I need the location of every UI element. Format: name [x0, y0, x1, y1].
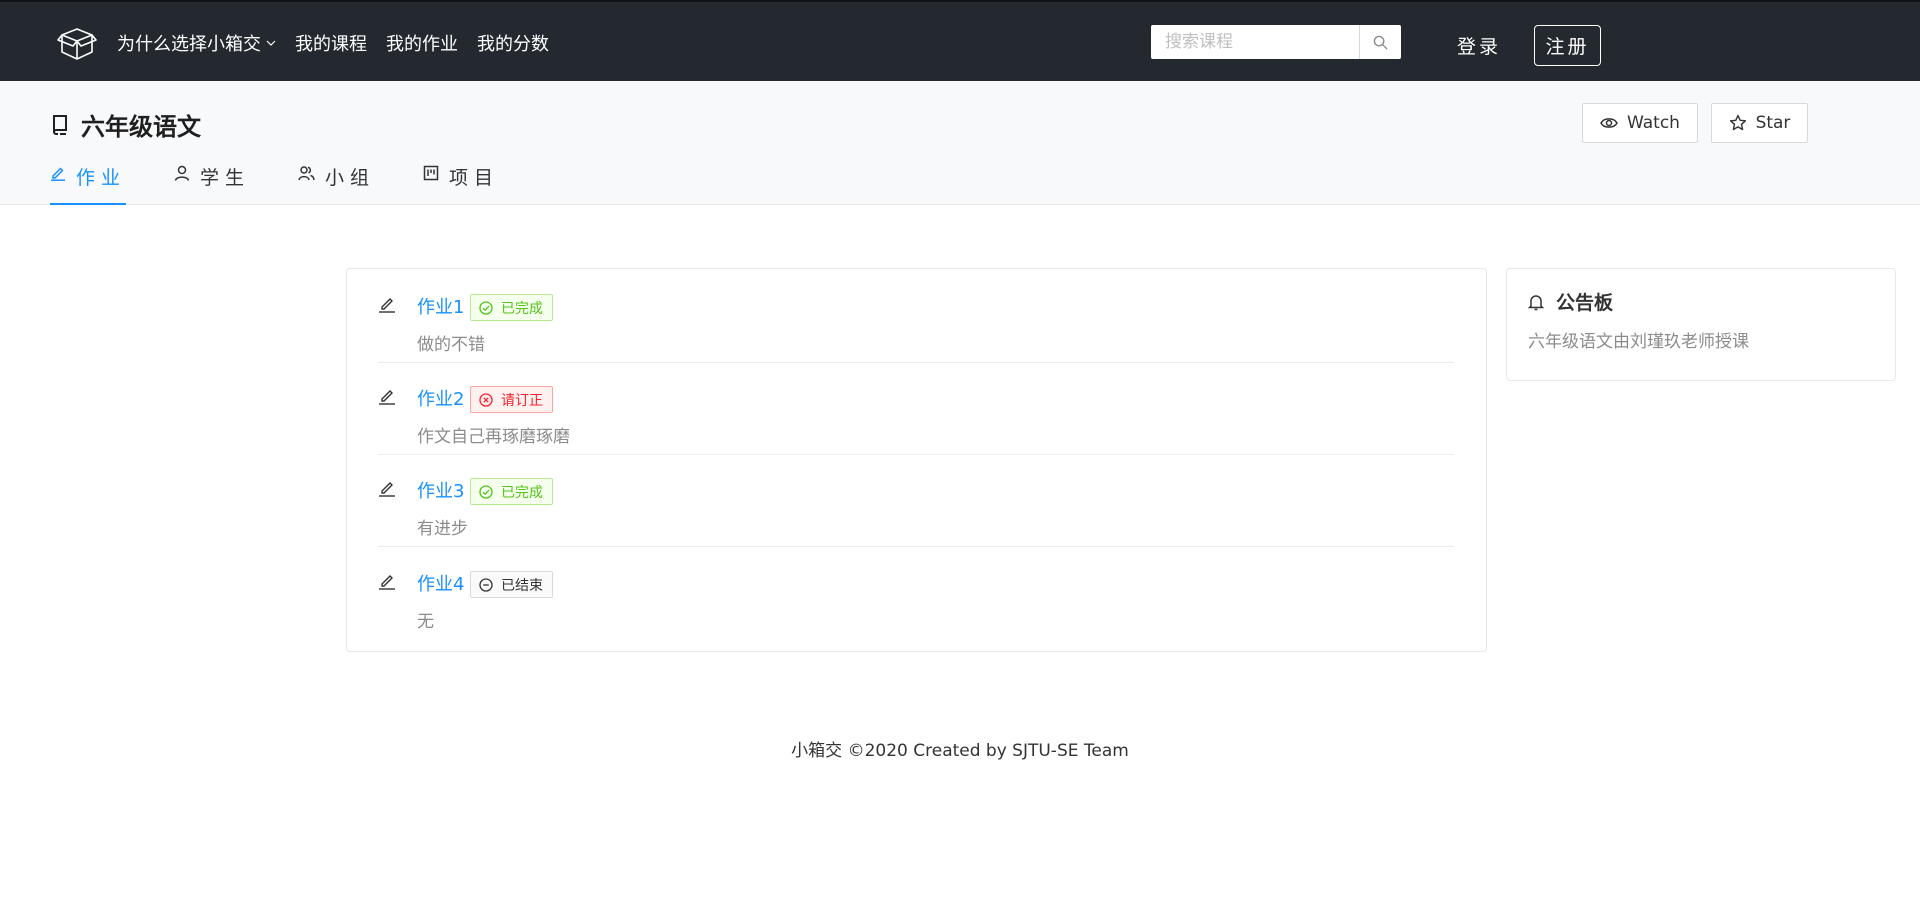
eye-icon [1600, 118, 1618, 128]
nav-item-label: 我的作业 [386, 34, 458, 55]
bulletin-header: 公告板 [1528, 288, 1613, 315]
main-menu: 为什么选择小箱交 我的课程 我的作业 我的分数 [117, 30, 568, 56]
course-tabs: 作业 学生 小组 项目 [50, 159, 547, 205]
tab-label: 学生 [200, 167, 251, 189]
watch-label: Watch [1627, 113, 1680, 133]
check-circle-icon [479, 484, 493, 499]
tab-groups[interactable]: 小组 [298, 159, 375, 205]
status-text: 请订正 [501, 392, 543, 409]
edit-icon [379, 298, 395, 313]
homework-list: 作业1 已完成 做的不错 作业2 请订正 作文自己再琢磨琢磨 作业3 已完成 有… [346, 268, 1487, 652]
login-button[interactable]: 登录 [1457, 32, 1501, 59]
tab-projects[interactable]: 项目 [423, 159, 499, 205]
homework-title-link[interactable]: 作业4 [417, 570, 464, 596]
course-header: 六年级语文 Watch Star 作业 学生 小组 项目 [0, 81, 1920, 205]
search-icon [1373, 35, 1388, 50]
star-button[interactable]: Star [1711, 103, 1808, 143]
homework-title-link[interactable]: 作业2 [417, 385, 464, 411]
minus-circle-icon [479, 577, 493, 592]
list-item: 作业1 已完成 做的不错 [378, 271, 1454, 363]
tab-label: 作业 [76, 167, 127, 189]
nav-item-my-scores[interactable]: 我的分数 [477, 30, 549, 56]
homework-comment: 作文自己再琢磨琢磨 [417, 427, 570, 447]
nav-item-my-courses[interactable]: 我的课程 [295, 30, 367, 56]
homework-comment: 无 [417, 612, 434, 632]
homework-comment: 做的不错 [417, 335, 485, 355]
edit-icon [379, 482, 395, 497]
search-button[interactable] [1359, 25, 1401, 59]
homework-comment: 有进步 [417, 519, 468, 539]
close-circle-icon [479, 392, 493, 407]
list-item: 作业4 已结束 无 [378, 548, 1454, 640]
register-button[interactable]: 注册 [1534, 25, 1601, 66]
book-icon [53, 114, 67, 135]
chevron-down-icon [266, 40, 276, 46]
search-input[interactable] [1151, 25, 1359, 59]
list-item: 作业2 请订正 作文自己再琢磨琢磨 [378, 363, 1454, 455]
bulletin-title: 公告板 [1556, 292, 1614, 314]
status-badge: 已完成 [470, 478, 553, 505]
status-badge: 已完成 [470, 294, 553, 321]
nav-item-why-choose[interactable]: 为什么选择小箱交 [117, 30, 276, 56]
edit-icon [379, 575, 395, 590]
check-circle-icon [479, 300, 493, 315]
star-icon [1729, 114, 1746, 131]
watch-button[interactable]: Watch [1582, 103, 1698, 143]
top-navbar: 为什么选择小箱交 我的课程 我的作业 我的分数 登录 注册 [0, 0, 1920, 81]
project-icon [423, 165, 439, 181]
tab-students[interactable]: 学生 [174, 159, 250, 205]
nav-item-label: 我的课程 [295, 34, 367, 55]
tab-label: 项目 [449, 167, 500, 189]
course-title-text: 六年级语文 [81, 113, 201, 141]
status-badge: 已结束 [470, 571, 553, 598]
status-badge: 请订正 [470, 386, 553, 413]
status-text: 已完成 [501, 484, 543, 501]
footer-text: 小箱交 ©2020 Created by SJTU-SE Team [791, 741, 1129, 761]
bulletin-text: 六年级语文由刘瑾玖老师授课 [1528, 332, 1749, 352]
list-item: 作业3 已完成 有进步 [378, 455, 1454, 547]
team-icon [298, 166, 315, 181]
course-title: 六年级语文 [51, 107, 201, 142]
edit-icon [379, 390, 395, 405]
tab-label: 小组 [325, 167, 376, 189]
edit-icon [51, 167, 65, 181]
nav-item-label: 为什么选择小箱交 [117, 34, 261, 55]
homework-title-link[interactable]: 作业3 [417, 477, 464, 503]
star-label: Star [1755, 113, 1791, 133]
nav-item-my-homework[interactable]: 我的作业 [386, 30, 458, 56]
nav-item-label: 我的分数 [477, 34, 549, 55]
tab-homework[interactable]: 作业 [50, 159, 127, 205]
status-text: 已结束 [501, 577, 543, 594]
user-icon [174, 165, 190, 181]
box-logo-icon[interactable] [57, 26, 97, 62]
status-text: 已完成 [501, 300, 543, 317]
bell-icon [1528, 294, 1544, 310]
course-search [1151, 25, 1401, 59]
bulletin-board: 公告板 六年级语文由刘瑾玖老师授课 [1506, 268, 1896, 381]
homework-title-link[interactable]: 作业1 [417, 293, 464, 319]
